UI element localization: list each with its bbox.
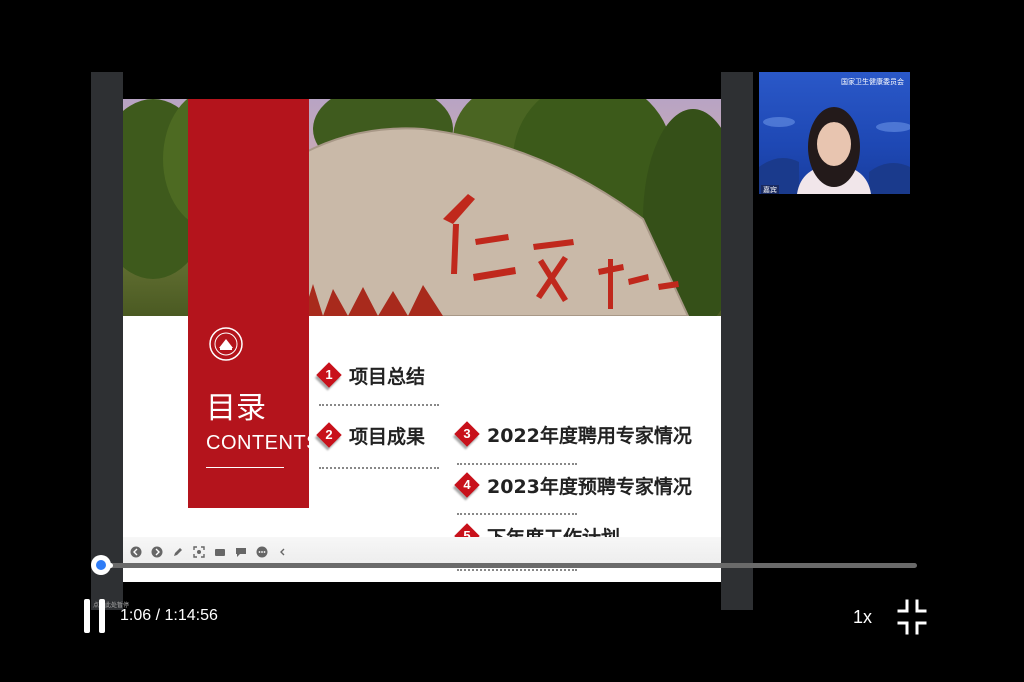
playback-speed-button[interactable]: 1x xyxy=(853,607,872,628)
toc-title-panel: 目录 CONTENTS xyxy=(188,99,320,508)
divider xyxy=(319,404,439,406)
total-time: 1:14:56 xyxy=(164,607,218,624)
screen-share-left-bar xyxy=(91,72,123,610)
current-time: 1:06 xyxy=(120,607,152,624)
shared-slide: 目录 CONTENTS 1 项目总结 2 项目成果 3 2022年度聘用专家情况… xyxy=(123,99,721,582)
toc-item-label: 项目成果 xyxy=(349,425,426,448)
number-badge: 4 xyxy=(454,472,480,498)
toc-title: 目录 xyxy=(206,391,266,426)
pause-button[interactable] xyxy=(84,599,106,633)
toc-item-label: 2023年度预聘专家情况 xyxy=(487,475,692,498)
university-seal-icon xyxy=(209,327,243,361)
toc-item-label: 项目总结 xyxy=(349,365,426,388)
number-badge: 3 xyxy=(454,421,480,447)
toc-item-1: 1 项目总结 xyxy=(316,360,426,390)
speaker-name-tag: 嘉宾 xyxy=(761,185,779,194)
camera-icon[interactable] xyxy=(213,545,227,559)
speaker-webcam[interactable]: 国家卫生健康委员会 嘉宾 xyxy=(759,72,910,194)
progress-bar[interactable] xyxy=(101,563,917,568)
divider xyxy=(319,467,439,469)
collapse-icon[interactable] xyxy=(276,545,290,559)
toc-item-label: 2022年度聘用专家情况 xyxy=(487,424,692,447)
toc-subtitle: CONTENTS xyxy=(206,432,320,454)
exit-fullscreen-icon[interactable] xyxy=(897,599,927,635)
number-badge: 1 xyxy=(316,362,342,388)
divider xyxy=(457,569,577,571)
toc-item-4: 4 2023年度预聘专家情况 xyxy=(454,470,692,500)
divider xyxy=(457,463,577,465)
prev-icon[interactable] xyxy=(129,545,143,559)
toc-title-underline xyxy=(206,467,284,468)
pause-icon-bar-left xyxy=(84,599,90,633)
next-icon[interactable] xyxy=(150,545,164,559)
time-display: 1:06 / 1:14:56 xyxy=(120,607,218,625)
broadcaster-logo: 国家卫生健康委员会 xyxy=(841,78,904,86)
toc-item-2: 2 项目成果 xyxy=(316,420,426,450)
screen-share-right-bar xyxy=(721,72,753,610)
more-icon[interactable] xyxy=(255,545,269,559)
screenshot-icon[interactable] xyxy=(192,545,206,559)
time-separator: / xyxy=(151,607,165,624)
divider xyxy=(457,513,577,515)
speaker-video-frame xyxy=(759,107,910,194)
pen-icon[interactable] xyxy=(171,545,185,559)
comment-icon[interactable] xyxy=(234,545,248,559)
progress-handle[interactable] xyxy=(91,555,111,575)
number-badge: 2 xyxy=(316,422,342,448)
toc-item-3: 3 2022年度聘用专家情况 xyxy=(454,419,692,449)
pause-icon-bar-right xyxy=(99,599,105,633)
